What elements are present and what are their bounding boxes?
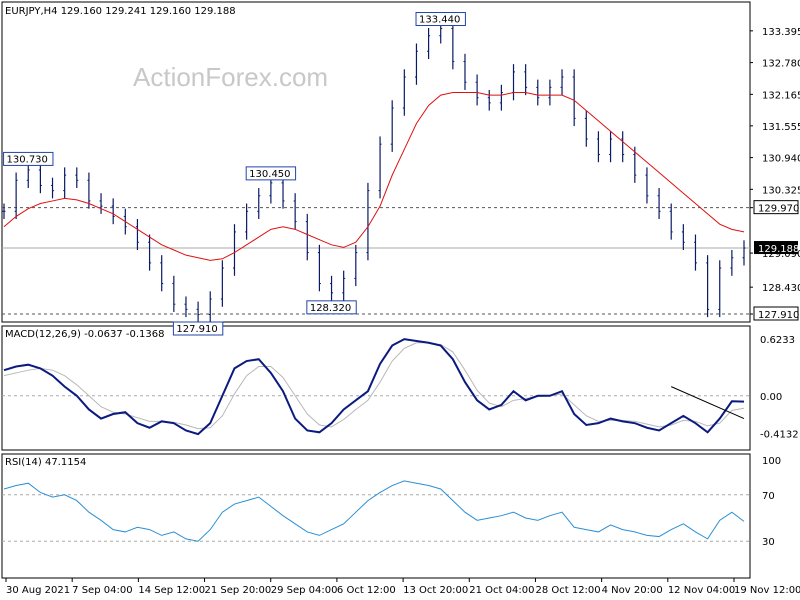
annotation-label: 127.910 <box>176 324 217 335</box>
level-tick-label: 129.970 <box>758 204 799 215</box>
time-tick-label: 7 Sep 04:00 <box>72 585 132 596</box>
price-tick-label: 133.395 <box>762 27 800 38</box>
time-tick-label: 14 Sep 12:00 <box>138 585 205 596</box>
rsi-tick-label: 30 <box>762 537 775 548</box>
time-tick-label: 13 Oct 20:00 <box>403 585 468 596</box>
level-tick-label: 127.910 <box>758 310 799 321</box>
annotation-label: 130.730 <box>7 154 48 165</box>
annotation-label: 133.440 <box>419 15 460 26</box>
rsi-tick-label: 100 <box>762 456 781 467</box>
time-tick-label: 21 Sep 20:00 <box>205 585 272 596</box>
price-tick-label: 130.325 <box>762 185 800 196</box>
macd-tick-label: 0.6233 <box>760 335 795 346</box>
time-tick-label: 29 Sep 04:00 <box>271 585 338 596</box>
price-tick-label: 131.555 <box>762 122 800 133</box>
rsi-label: RSI(14) 47.1154 <box>5 457 86 468</box>
annotation-label: 130.450 <box>249 169 290 180</box>
time-tick-label: 6 Oct 12:00 <box>337 585 396 596</box>
annotation-label: 128.320 <box>310 303 351 314</box>
macd-tick-label: 0.00 <box>760 392 782 403</box>
price-tick-label: 128.430 <box>762 283 800 294</box>
time-tick-label: 4 Nov 20:00 <box>602 585 663 596</box>
macd-label: MACD(12,26,9) -0.0637 -0.1368 <box>5 329 165 340</box>
rsi-tick-label: 70 <box>762 491 775 502</box>
time-tick-label: 12 Nov 04:00 <box>668 585 735 596</box>
price-tick-label: 130.940 <box>762 154 800 165</box>
last-price-label: 129.188 <box>758 244 799 255</box>
macd-tick-label: -0.4132 <box>760 430 799 441</box>
price-tick-label: 132.780 <box>762 59 800 70</box>
time-tick-label: 21 Oct 04:00 <box>469 585 534 596</box>
watermark: ActionForex.com <box>133 62 328 92</box>
chart-title: EURJPY,H4 129.160 129.241 129.160 129.18… <box>5 6 236 17</box>
time-tick-label: 30 Aug 2021 <box>6 585 70 596</box>
time-tick-label: 19 Nov 12:00 <box>734 585 800 596</box>
eurjpy-chart: ActionForex.com 133.395 132.780 132.165 131… <box>0 0 800 600</box>
time-tick-label: 28 Oct 12:00 <box>535 585 600 596</box>
price-tick-label: 132.165 <box>762 90 800 101</box>
